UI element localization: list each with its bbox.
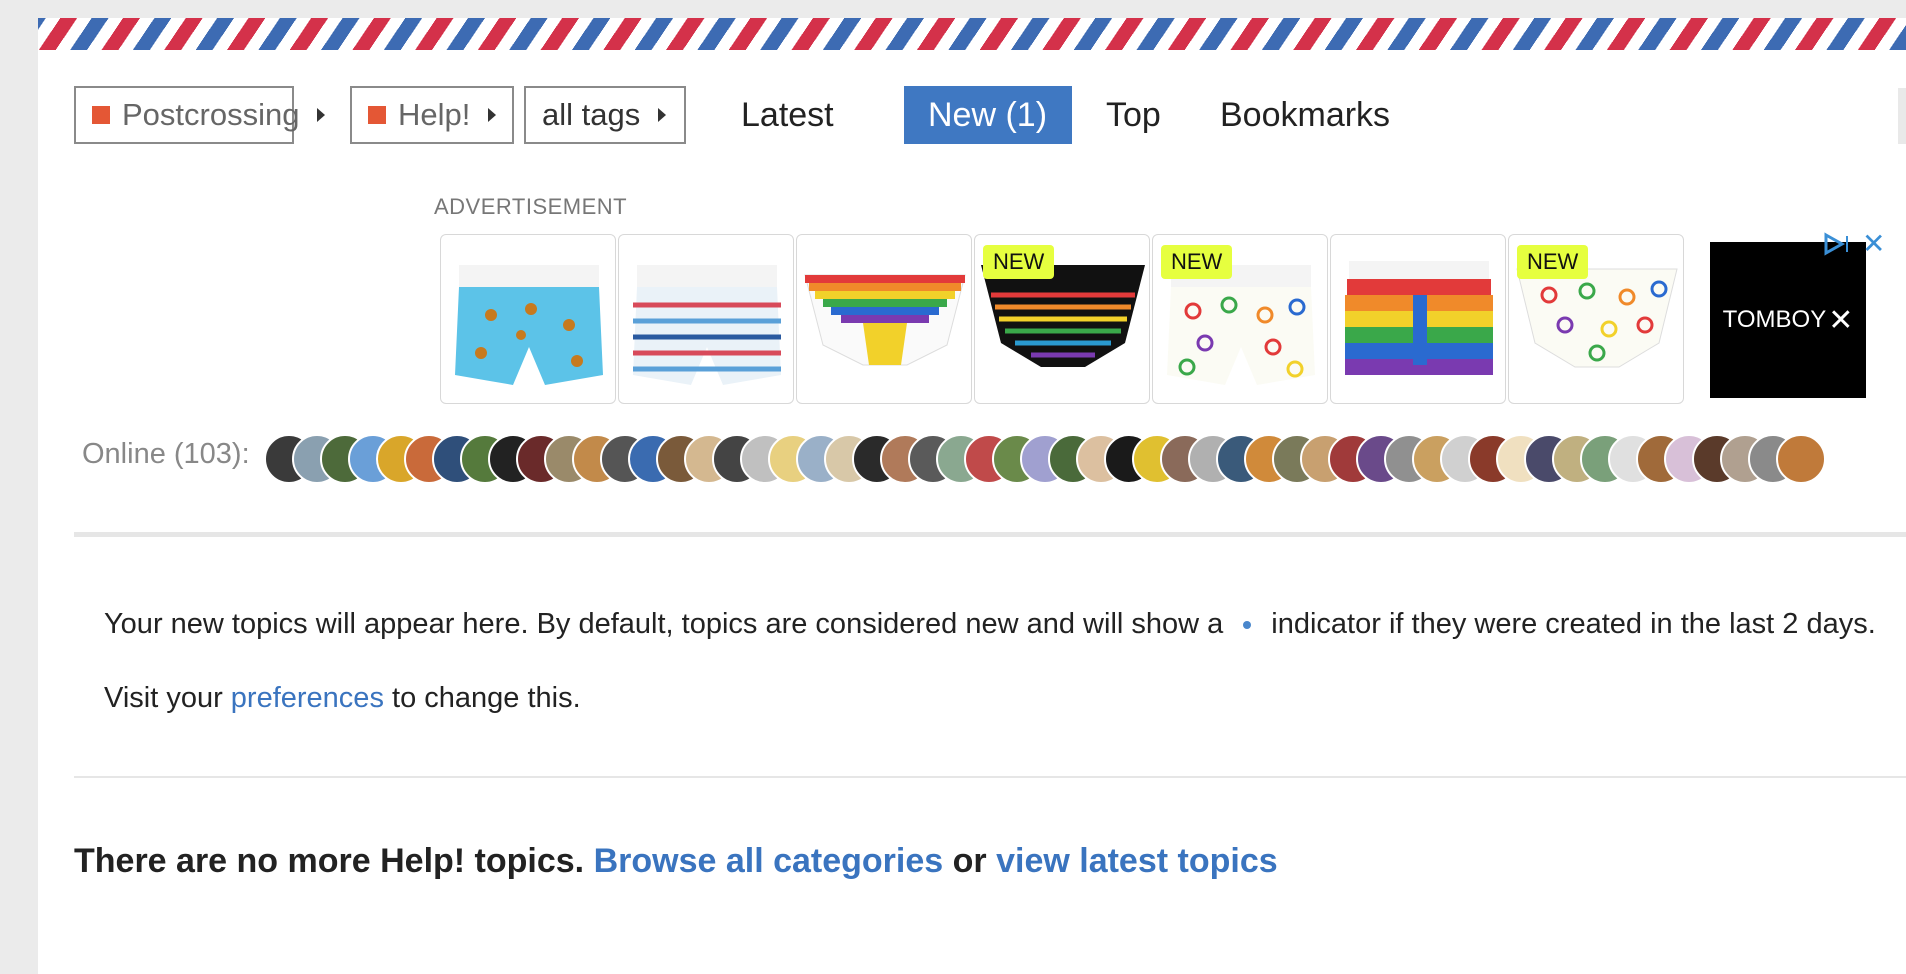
subcategory-dropdown-label: Help! (398, 97, 471, 132)
new-topics-text-tail: indicator if they were created in the la… (1271, 608, 1876, 640)
caret-right-icon (488, 108, 497, 122)
new-badge: NEW (983, 245, 1055, 279)
close-ad-icon[interactable]: ✕ (1862, 230, 1885, 258)
nav-edge-control (1898, 88, 1906, 144)
new-badge: NEW (1517, 245, 1589, 279)
adchoices-icon[interactable] (1820, 232, 1850, 256)
product-image (1345, 261, 1493, 375)
tab-new[interactable]: New (1) (904, 86, 1072, 144)
new-badge: NEW (1161, 245, 1233, 279)
caret-right-icon (317, 108, 326, 122)
view-latest-topics-link[interactable]: view latest topics (996, 842, 1278, 880)
preferences-suffix: to change this. (392, 682, 581, 714)
no-more-topics-message: There are no more Help! topics. Browse a… (74, 842, 1278, 881)
new-indicator-dot-icon (1243, 621, 1252, 630)
product-image (804, 274, 966, 366)
new-topics-explanation: Your new topics will appear here. By def… (104, 608, 1876, 641)
or-text: or (952, 842, 987, 880)
divider (74, 532, 1906, 537)
tab-latest[interactable]: Latest (741, 86, 834, 144)
preferences-hint: Visit your preferences to change this. (104, 682, 581, 715)
subcategory-dropdown[interactable]: Help! (350, 86, 514, 144)
new-topics-text: Your new topics will appear here. By def… (104, 608, 1224, 640)
tomboy-brand-logo[interactable]: TOMBOY ✕ (1710, 242, 1866, 398)
ad-product-card[interactable] (618, 234, 794, 404)
product-image (455, 265, 603, 385)
ad-product-card[interactable] (1330, 234, 1506, 404)
online-users-label: Online (103): (82, 438, 250, 470)
product-image (633, 265, 781, 385)
no-more-topics-text: There are no more Help! topics. (74, 842, 585, 880)
ad-product-card[interactable] (440, 234, 616, 404)
ad-product-card[interactable]: NEW (1508, 234, 1684, 404)
brand-logo-mark: ✕ (1828, 303, 1854, 337)
tab-bookmarks[interactable]: Bookmarks (1220, 86, 1390, 144)
tab-top[interactable]: Top (1106, 86, 1161, 144)
brand-name: TOMBOY (1722, 306, 1827, 333)
caret-right-icon (658, 108, 667, 122)
subcategory-color-icon (368, 106, 386, 124)
online-avatar-list (264, 434, 1906, 486)
preferences-link[interactable]: preferences (231, 682, 384, 714)
category-dropdown-label: Postcrossing (122, 97, 300, 132)
page: Postcrossing Help! all tags Latest New (… (38, 18, 1906, 974)
tags-dropdown[interactable]: all tags (524, 86, 686, 144)
tags-dropdown-label: all tags (542, 97, 641, 132)
airmail-border (38, 18, 1906, 50)
advertisement-label: ADVERTISEMENT (434, 194, 628, 219)
divider (74, 776, 1906, 778)
user-avatar[interactable] (1776, 434, 1826, 484)
ad-product-card[interactable] (796, 234, 972, 404)
ad-product-card[interactable]: NEW (1152, 234, 1328, 404)
ad-product-card[interactable]: NEW (974, 234, 1150, 404)
browse-all-categories-link[interactable]: Browse all categories (594, 842, 944, 880)
preferences-prefix: Visit your (104, 682, 223, 714)
category-color-icon (92, 106, 110, 124)
category-dropdown[interactable]: Postcrossing (74, 86, 326, 144)
